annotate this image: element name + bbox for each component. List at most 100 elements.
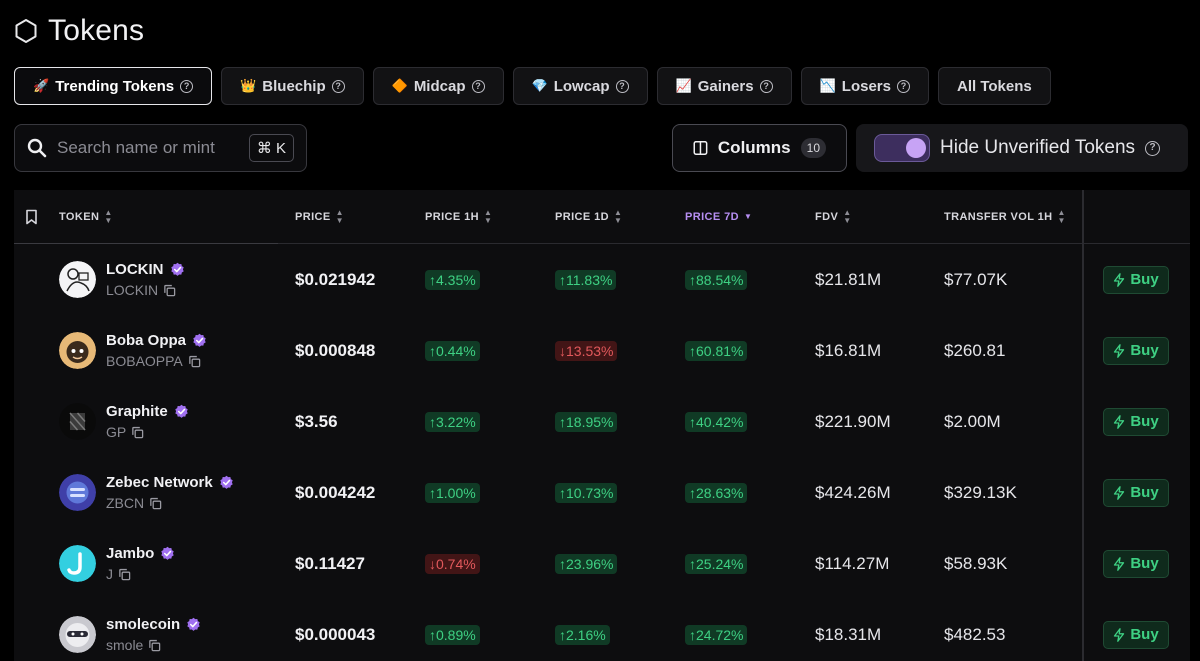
price-7d-cell: ↑24.72% [685,599,748,661]
token-info: smolecoin smole [106,616,201,653]
copy-icon[interactable] [188,355,201,368]
price-7d-change: ↑40.42% [685,411,748,432]
token-name[interactable]: Boba Oppa [106,332,186,349]
token-symbol: LOCKIN [106,282,159,298]
search-box[interactable]: ⌘ K [14,124,307,172]
tab-losers[interactable]: 📉 Losers ? [800,67,929,105]
search-input[interactable] [57,138,239,158]
shortcut-hint: ⌘ K [248,134,294,162]
buy-cell: Buy [1103,457,1169,528]
buy-button[interactable]: Buy [1103,336,1169,365]
price-1d-change: ↑11.83% [555,269,617,290]
price-1d-cell: ↑23.96% [555,528,618,599]
buy-cell: Buy [1103,315,1169,386]
copy-icon[interactable] [163,284,176,297]
price-1h-cell: ↑1.00% [425,457,480,528]
token-avatar [59,474,96,511]
diamond-orange-icon: 🔶 [391,78,408,93]
column-header-transfer-vol[interactable]: TRANSFER VOL 1H ▲ ▼ [944,190,1066,244]
table-row[interactable]: Jambo J $0.11427 ↓0.74% ↑23.96% ↑25.24% [14,528,1190,599]
buy-button[interactable]: Buy [1103,620,1169,649]
bookmark-icon[interactable] [25,209,38,225]
tab-bluechip[interactable]: 👑 Bluechip ? [221,67,364,105]
column-header-fdv[interactable]: FDV ▲ ▼ [815,190,852,244]
buy-button[interactable]: Buy [1103,549,1169,578]
price-7d-cell: ↑28.63% [685,457,748,528]
token-price: $0.000043 [295,624,376,644]
category-tabs: 🚀 Trending Tokens ? 👑 Bluechip ? 🔶 Midca… [14,67,1051,105]
table-row[interactable]: Graphite GP $3.56 ↑3.22% ↑18.95% ↑40.42%… [14,386,1190,457]
buy-label: Buy [1130,555,1159,572]
tab-all-tokens[interactable]: All Tokens [937,67,1051,105]
column-header-price-1h[interactable]: PRICE 1H ▲ ▼ [425,190,492,244]
fdv-cell: $114.27M [815,528,889,599]
rocket-icon: 🚀 [33,78,50,93]
buy-button[interactable]: Buy [1103,407,1169,436]
tab-label: Losers [841,77,891,95]
price-1d-cell: ↑18.95% [555,386,618,457]
copy-icon[interactable] [118,568,131,581]
column-header-token[interactable]: TOKEN ▲ ▼ [59,190,113,244]
buy-button[interactable]: Buy [1103,478,1169,507]
help-icon[interactable]: ? [759,79,773,93]
price-1h-cell: ↑3.22% [425,386,480,457]
price-1h-change: ↑0.89% [425,624,480,645]
copy-icon[interactable] [149,497,162,510]
tab-label: Midcap [413,77,466,95]
price-1d-change: ↑10.73% [555,482,618,503]
table-row[interactable]: Zebec Network ZBCN $0.004242 ↑1.00% ↑10.… [14,457,1190,528]
tab-label: All Tokens [956,77,1032,95]
token-avatar [59,261,96,298]
table-row[interactable]: Boba Oppa BOBAOPPA $0.000848 ↑0.44% ↓13.… [14,315,1190,386]
token-cell: Boba Oppa BOBAOPPA [59,315,207,386]
token-fdv: $221.90M [815,411,891,431]
token-symbol: J [106,566,113,582]
buy-label: Buy [1130,271,1159,288]
help-icon[interactable]: ? [331,79,345,93]
token-name[interactable]: Zebec Network [106,474,213,491]
table-row[interactable]: smolecoin smole $0.000043 ↑0.89% ↑2.16% [14,599,1190,661]
lightning-icon [1114,485,1125,500]
token-name[interactable]: Graphite [106,403,168,420]
token-symbol-line: GP [106,424,189,440]
help-icon[interactable]: ? [180,79,194,93]
token-name-line: LOCKIN [106,261,185,278]
table-row[interactable]: LOCKIN LOCKIN $0.021942 ↑4.35% ↑11.83% ↑… [14,244,1190,315]
tab-midcap[interactable]: 🔶 Midcap ? [372,67,504,105]
copy-icon[interactable] [148,639,161,652]
price-1h-change: ↑0.44% [425,340,480,361]
column-header-price[interactable]: PRICE ▲ ▼ [295,190,344,244]
chart-down-icon: 📉 [819,78,836,93]
table-header: TOKEN ▲ ▼ PRICE ▲ ▼ PRICE 1H ▲ ▼ PRICE 1D ▲… [14,190,1190,244]
token-symbol: ZBCN [106,495,145,511]
tab-lowcap[interactable]: 💎 Lowcap ? [512,67,648,105]
columns-button[interactable]: Columns 10 [672,124,847,172]
help-icon[interactable]: ? [471,79,485,93]
token-transfer-vol: $77.07K [944,269,1008,289]
buy-button[interactable]: Buy [1103,265,1169,294]
tab-label: Lowcap [553,77,610,95]
token-avatar [59,332,96,369]
price-1h-change: ↑4.35% [425,269,480,290]
token-name[interactable]: smolecoin [106,616,180,633]
token-name[interactable]: Jambo [106,545,154,562]
verified-badge-icon [220,475,233,489]
help-icon[interactable]: ? [896,79,910,93]
hexagon-icon [15,19,37,43]
price-7d-change: ↑60.81% [685,340,748,361]
hide-unverified-toggle[interactable] [874,134,930,162]
column-header-price-7d[interactable]: PRICE 7D ▼ [685,190,752,244]
sort-icon: ▲ ▼ [335,208,344,225]
help-icon[interactable]: ? [615,79,629,93]
token-symbol-line: smole [106,637,201,653]
token-info: Zebec Network ZBCN [106,474,234,511]
help-icon[interactable]: ? [1145,140,1161,156]
column-header-price-1d[interactable]: PRICE 1D ▲ ▼ [555,190,622,244]
token-name[interactable]: LOCKIN [106,261,164,278]
tab-gainers[interactable]: 📈 Gainers ? [656,67,792,105]
copy-icon[interactable] [131,426,144,439]
verified-badge-icon [175,404,188,418]
price-7d-change: ↑88.54% [685,269,748,290]
tab-trending-tokens[interactable]: 🚀 Trending Tokens ? [14,67,213,105]
page-header: Tokens [14,14,144,48]
